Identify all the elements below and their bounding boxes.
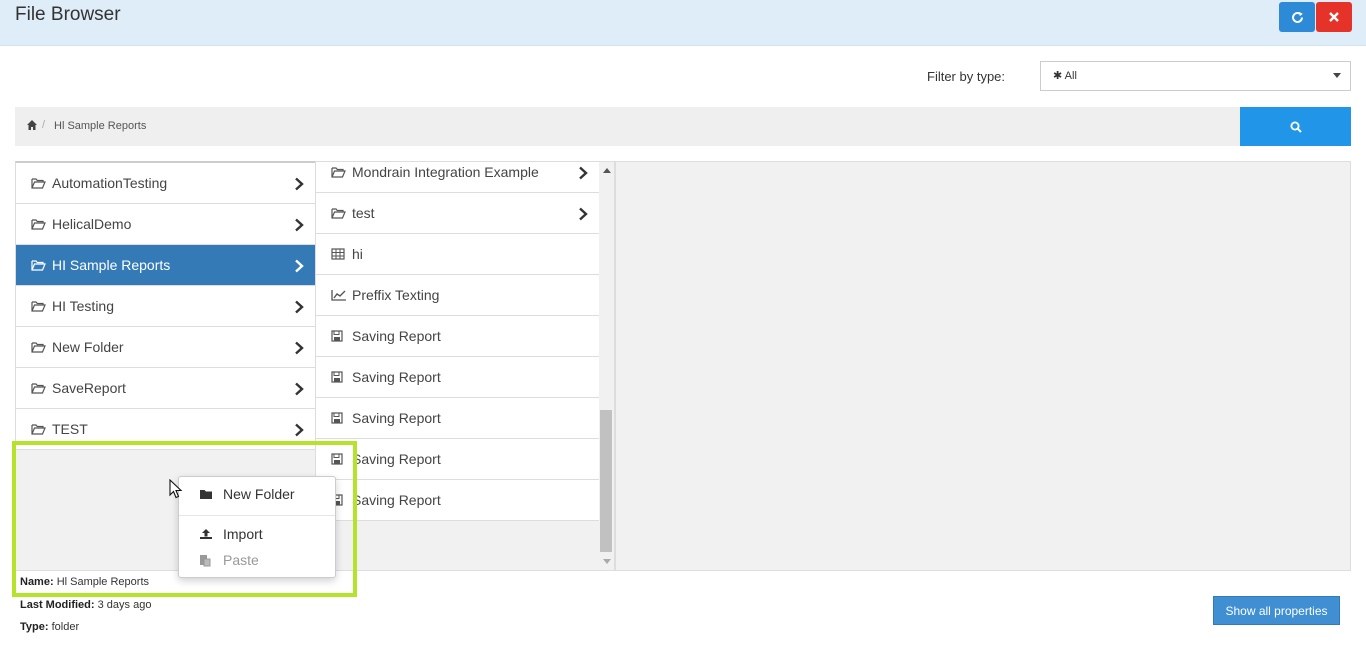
- list-item-saving-report[interactable]: Saving Report: [316, 357, 599, 398]
- property-last-modified: Last Modified: 3 days ago: [20, 599, 151, 611]
- folder-item-savereport[interactable]: SaveReport: [16, 368, 315, 409]
- folder-item-helicaldemo[interactable]: HelicalDemo: [16, 204, 315, 245]
- show-all-properties-button[interactable]: Show all properties: [1213, 596, 1340, 625]
- filter-label: Filter by type:: [927, 69, 1006, 84]
- refresh-icon: [1291, 11, 1303, 23]
- chevron-right-icon: [295, 177, 304, 191]
- list-item-preffix-texting[interactable]: Preffix Texting: [316, 275, 599, 316]
- folder-open-icon: [31, 381, 47, 395]
- folder-open-icon: [331, 206, 347, 220]
- folder-item-label: SaveReport: [52, 380, 126, 396]
- context-menu-paste[interactable]: Paste: [179, 548, 335, 572]
- line-chart-icon: [331, 288, 347, 302]
- table-icon: [331, 247, 347, 261]
- folder-open-icon: [31, 422, 47, 436]
- context-menu-label: New Folder: [223, 486, 295, 502]
- refresh-button[interactable]: [1279, 2, 1315, 32]
- chevron-right-icon: [295, 259, 304, 273]
- list-item-label: test: [352, 205, 375, 221]
- folder-open-icon: [31, 176, 47, 190]
- list-item-saving-report[interactable]: Saving Report: [316, 480, 599, 521]
- folder-open-icon: [31, 299, 47, 313]
- upload-icon: [199, 527, 213, 541]
- list-item-hi[interactable]: hi: [316, 234, 599, 275]
- scrollbar-thumb[interactable]: [600, 410, 612, 552]
- folder-open-icon: [31, 217, 47, 231]
- property-modified-label: Last Modified:: [20, 599, 95, 611]
- header-bar: File Browser: [0, 0, 1366, 46]
- folder-item-hi-sample-reports[interactable]: HI Sample Reports: [16, 245, 315, 286]
- context-menu-label: Paste: [223, 552, 259, 568]
- page-title: File Browser: [15, 4, 121, 25]
- vertical-scrollbar[interactable]: [599, 162, 614, 570]
- paste-icon: [199, 553, 213, 567]
- close-button[interactable]: [1316, 2, 1352, 32]
- list-item-label: Mondrain Integration Example: [352, 164, 539, 180]
- list-item-saving-report[interactable]: Saving Report: [316, 316, 599, 357]
- scroll-down-icon[interactable]: [603, 559, 611, 564]
- breadcrumb-separator: /: [42, 119, 46, 131]
- search-icon: [1290, 121, 1302, 133]
- folder-item-label: HI Sample Reports: [52, 257, 171, 273]
- list-item-saving-report[interactable]: Saving Report: [316, 398, 599, 439]
- save-icon: [331, 411, 347, 425]
- chevron-right-icon: [579, 166, 588, 180]
- chevron-right-icon: [295, 218, 304, 232]
- filter-type-select[interactable]: ✱ All: [1040, 61, 1351, 91]
- folder-open-icon: [31, 340, 47, 354]
- folder-item-label: AutomationTesting: [52, 175, 168, 191]
- list-item-label: Saving Report: [352, 410, 441, 426]
- context-menu-new-folder[interactable]: New Folder: [179, 482, 335, 506]
- context-menu: New Folder Import Paste: [178, 476, 336, 578]
- folder-item-label: TEST: [52, 421, 88, 437]
- folder-open-icon: [331, 165, 347, 179]
- list-item-label: hi: [352, 246, 363, 262]
- save-icon: [331, 329, 347, 343]
- list-item-mondrain-integration-example[interactable]: Mondrain Integration Example: [316, 162, 599, 193]
- save-icon: [331, 370, 347, 384]
- list-item-saving-report[interactable]: Saving Report: [316, 439, 599, 480]
- folder-item-new-folder[interactable]: New Folder: [16, 327, 315, 368]
- caret-down-icon: [1333, 73, 1341, 78]
- list-item-label: Saving Report: [352, 451, 441, 467]
- property-modified-value: 3 days ago: [97, 599, 152, 611]
- scroll-up-icon[interactable]: [603, 168, 611, 173]
- folder-item-automationtesting[interactable]: AutomationTesting: [16, 163, 315, 204]
- property-name-label: Name:: [20, 576, 54, 588]
- list-item-label: Saving Report: [352, 492, 441, 508]
- folder-icon: [199, 487, 213, 501]
- list-item-label: Preffix Texting: [352, 287, 440, 303]
- filter-selected-value: ✱ All: [1053, 70, 1077, 82]
- property-name: Name: Hl Sample Reports: [20, 576, 149, 588]
- breadcrumb: / Hl Sample Reports: [15, 107, 1240, 146]
- list-item-test[interactable]: test: [316, 193, 599, 234]
- search-button[interactable]: [1240, 107, 1351, 146]
- folder-item-hi-testing[interactable]: HI Testing: [16, 286, 315, 327]
- chevron-right-icon: [295, 300, 304, 314]
- folder-item-label: New Folder: [52, 339, 124, 355]
- close-icon: [1329, 12, 1339, 22]
- folder-open-icon: [31, 258, 47, 272]
- chevron-right-icon: [579, 207, 588, 221]
- context-menu-divider: [179, 515, 335, 516]
- breadcrumb-item[interactable]: Hl Sample Reports: [54, 120, 146, 132]
- property-name-value: Hl Sample Reports: [56, 576, 150, 588]
- folder-item-label: HelicalDemo: [52, 216, 132, 232]
- context-menu-label: Import: [223, 526, 263, 542]
- preview-pane: [615, 161, 1351, 571]
- property-type: Type: folder: [20, 621, 79, 633]
- chevron-right-icon: [295, 423, 304, 437]
- list-item-label: Saving Report: [352, 328, 441, 344]
- chevron-right-icon: [295, 382, 304, 396]
- mouse-cursor-icon: [169, 479, 183, 499]
- chevron-right-icon: [295, 341, 304, 355]
- file-list-pane: Mondrain Integration Example test hi Pre…: [315, 161, 615, 571]
- property-type-label: Type:: [20, 621, 49, 633]
- context-menu-import[interactable]: Import: [179, 522, 335, 546]
- property-type-value: folder: [51, 621, 80, 633]
- home-icon[interactable]: [26, 119, 38, 131]
- folder-item-label: HI Testing: [52, 298, 114, 314]
- list-item-label: Saving Report: [352, 369, 441, 385]
